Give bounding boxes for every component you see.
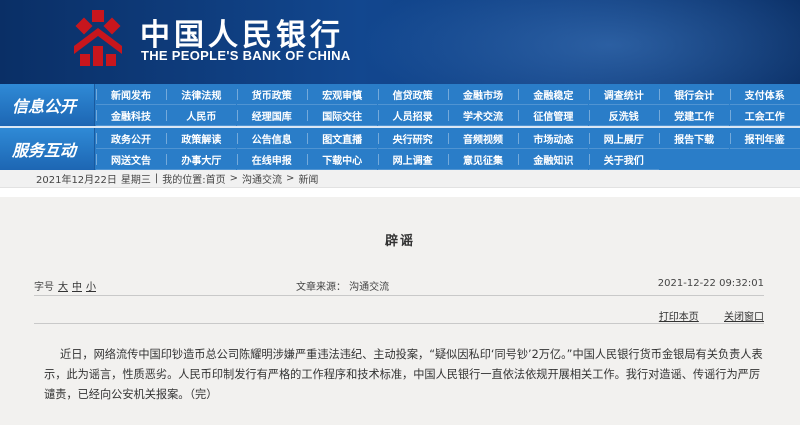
breadcrumb-section-link[interactable]: 沟通交流 [242, 171, 282, 186]
nav-item[interactable]: 报告下载 [659, 128, 730, 149]
article-title: 辟谣 [384, 234, 415, 249]
current-date: 2021年12月22日 [36, 175, 117, 186]
nav-item[interactable]: 图文直播 [307, 128, 378, 149]
nav-item[interactable]: 调查统计 [588, 84, 659, 105]
service-nav-grid: 政务公开 政策解读 公告信息 图文直播 央行研究 音频视频 市场动态 网上展厅 报告下载 报刊年鉴… [96, 128, 800, 170]
nav-item[interactable]: 人员招录 [377, 105, 448, 126]
article-datetime: 2021-12-22 09:32:01 [657, 278, 764, 289]
meta-divider [34, 295, 764, 296]
nav-item[interactable]: 反洗钱 [588, 105, 659, 126]
article-meta: 字号 大 中 小 文章来源： 沟通交流 2021-12-22 09:32:01 [34, 276, 764, 294]
print-page-link[interactable]: 打印本页 [659, 312, 699, 323]
nav-item[interactable]: 银行会计 [659, 84, 730, 105]
nav-item[interactable]: 党建工作 [659, 105, 730, 126]
nav-item[interactable]: 金融稳定 [518, 84, 589, 105]
nav-item[interactable]: 音频视频 [448, 128, 518, 149]
article-actions: 打印本页 关闭窗口 [637, 308, 764, 323]
info-disclosure-nav: 信息公开 新闻发布 法律法规 货币政策 宏观审慎 信贷政策 金融市场 金融稳定 调查统计 银行会… [0, 84, 800, 126]
nav-item[interactable]: 下载中心 [307, 149, 378, 170]
service-interaction-nav: 服务互动 政务公开 政策解读 公告信息 图文直播 央行研究 音频视频 市场动态 网上展厅 报告下… [0, 128, 800, 170]
breadcrumb-home-link[interactable]: 首页 [206, 171, 226, 186]
nav-item[interactable]: 网送文告 [96, 149, 166, 170]
nav-item[interactable]: 经理国库 [236, 105, 307, 126]
nav-item[interactable]: 办事大厅 [166, 149, 237, 170]
nav-item[interactable]: 意见征集 [448, 149, 518, 170]
breadcrumb-arrow: > [229, 173, 239, 184]
nav-item[interactable]: 金融知识 [518, 149, 589, 170]
nav-item[interactable]: 关于我们 [588, 149, 659, 170]
logo-english-name[interactable]: THE PEOPLE'S BANK OF CHINA [141, 48, 351, 63]
nav-item[interactable]: 宏观审慎 [307, 84, 378, 105]
info-disclosure-title: 信息公开 [0, 84, 95, 126]
actions-divider [34, 323, 764, 324]
breadcrumb: 2021年12月22日 星期三 | 我的位置: 首页 > 沟通交流 > 新闻 [0, 170, 800, 188]
nav-item[interactable]: 央行研究 [377, 128, 448, 149]
breadcrumb-separator: | [154, 173, 159, 184]
nav-item[interactable]: 工会工作 [729, 105, 800, 126]
nav-item[interactable]: 征信管理 [518, 105, 589, 126]
service-interaction-title: 服务互动 [0, 128, 95, 170]
nav-item[interactable]: 货币政策 [236, 84, 307, 105]
nav-item[interactable]: 法律法规 [166, 84, 237, 105]
nav-item[interactable]: 政务公开 [96, 128, 166, 149]
font-size-label: 字号 [34, 282, 54, 293]
header-glow [360, 0, 800, 84]
font-size-medium-link[interactable]: 中 [72, 278, 82, 293]
article-body: 近日，网络流传中国印钞造币总公司陈耀明涉嫌严重违法违纪、主动投案，“疑似因私印‘… [44, 348, 763, 401]
close-window-link[interactable]: 关闭窗口 [724, 312, 764, 323]
nav-item[interactable]: 金融科技 [96, 105, 166, 126]
nav-item[interactable]: 公告信息 [236, 128, 307, 149]
nav-item[interactable]: 人民币 [166, 105, 237, 126]
nav-item[interactable]: 网上调查 [377, 149, 448, 170]
nav-item[interactable]: 新闻发布 [96, 84, 166, 105]
site-header: 中国人民银行 THE PEOPLE'S BANK OF CHINA [0, 0, 800, 84]
location-label: 我的位置: [162, 175, 206, 186]
nav-item[interactable]: 报刊年鉴 [729, 128, 800, 149]
nav-item[interactable]: 信贷政策 [377, 84, 448, 105]
nav-item[interactable]: 支付体系 [729, 84, 800, 105]
nav-item[interactable]: 国际交往 [307, 105, 378, 126]
article-source: 文章来源： 沟通交流 [296, 282, 390, 293]
nav-item[interactable]: 学术交流 [448, 105, 518, 126]
breadcrumb-arrow: > [286, 173, 295, 184]
font-size-large-link[interactable]: 大 [58, 278, 68, 293]
font-size-small-link[interactable]: 小 [86, 278, 96, 293]
breadcrumb-page-link[interactable]: 新闻 [298, 171, 318, 186]
nav-item[interactable]: 市场动态 [518, 128, 589, 149]
current-weekday: 星期三 [120, 175, 151, 186]
nav-item[interactable]: 政策解读 [166, 128, 237, 149]
nav-item[interactable]: 网上展厅 [588, 128, 659, 149]
nav-item[interactable]: 在线申报 [236, 149, 307, 170]
pboc-logo-icon[interactable] [66, 6, 130, 70]
nav-item[interactable]: 金融市场 [448, 84, 518, 105]
info-nav-grid: 新闻发布 法律法规 货币政策 宏观审慎 信贷政策 金融市场 金融稳定 调查统计 银行会计 支付体系… [96, 84, 800, 126]
main-navigation: 信息公开 新闻发布 法律法规 货币政策 宏观审慎 信贷政策 金融市场 金融稳定 调查统计 银行会… [0, 84, 800, 170]
